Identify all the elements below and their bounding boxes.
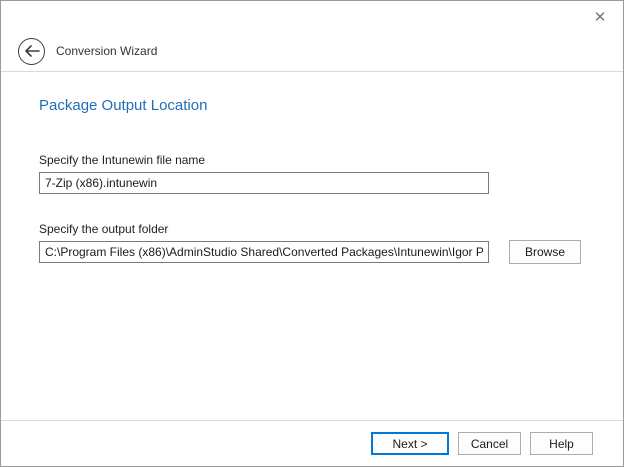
wizard-header: Conversion Wizard: [1, 31, 623, 72]
output-folder-input[interactable]: [39, 241, 489, 263]
filename-input[interactable]: [39, 172, 489, 194]
footer-button-bar: Next > Cancel Help: [1, 420, 623, 466]
next-button[interactable]: Next >: [371, 432, 449, 455]
cancel-button[interactable]: Cancel: [458, 432, 521, 455]
wizard-title: Conversion Wizard: [56, 44, 157, 58]
output-folder-label: Specify the output folder: [39, 222, 168, 236]
back-arrow-icon: [24, 45, 40, 57]
browse-button[interactable]: Browse: [509, 240, 581, 264]
close-button[interactable]: ✕: [590, 8, 610, 28]
title-bar: ✕: [1, 1, 623, 31]
page-title: Package Output Location: [39, 97, 207, 114]
close-icon: ✕: [594, 9, 607, 26]
help-button[interactable]: Help: [530, 432, 593, 455]
conversion-wizard-window: ✕ Conversion Wizard Package Output Locat…: [0, 0, 624, 467]
filename-label: Specify the Intunewin file name: [39, 153, 205, 167]
back-button[interactable]: [18, 38, 45, 65]
